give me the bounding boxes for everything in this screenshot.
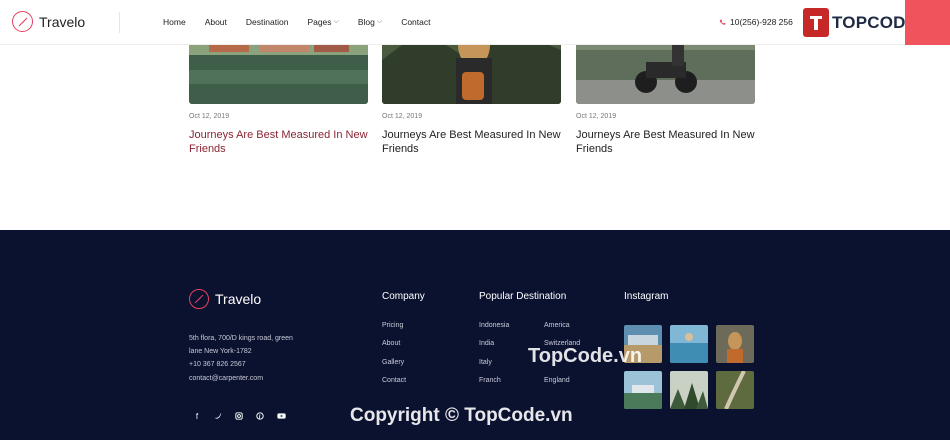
youtube-icon[interactable] <box>277 412 286 422</box>
popular-destination-title: Popular Destination <box>479 291 567 302</box>
main-nav: Home About Destination Pages ⌵ Blog ⌵ Cont… <box>163 17 449 27</box>
instagram-photo[interactable] <box>624 371 662 409</box>
header-red-block <box>905 0 950 45</box>
destination-link[interactable]: England <box>544 372 580 390</box>
post-date: Oct 12, 2019 <box>189 113 230 120</box>
facebook-icon[interactable]: f <box>193 412 201 422</box>
address-phone: +10 367 826 2567 <box>189 361 246 369</box>
logo-text: Travelo <box>39 13 86 30</box>
nav-home[interactable]: Home <box>163 17 186 27</box>
nav-label: Home <box>163 17 186 27</box>
twitter-icon[interactable] <box>214 412 222 422</box>
destination-link[interactable]: India <box>479 335 509 353</box>
logo[interactable]: Travelo <box>12 11 85 32</box>
address-email[interactable]: contact@carpenter.com <box>189 372 293 385</box>
destination-links-col1: Indonesia India Italy Franch <box>479 317 509 391</box>
destination-link[interactable]: Franch <box>479 372 509 390</box>
footer-link[interactable]: About <box>382 335 406 353</box>
company-title: Company <box>382 291 425 302</box>
instagram-photo[interactable] <box>670 371 708 409</box>
nav-pages[interactable]: Pages ⌵ <box>307 17 338 27</box>
compass-icon <box>12 11 33 32</box>
divider <box>119 12 120 33</box>
footer-logo-text: Travelo <box>215 291 262 307</box>
company-links: Pricing About Gallery Contact <box>382 317 406 391</box>
instagram-photo[interactable] <box>670 325 708 363</box>
phone-icon <box>719 19 726 25</box>
nav-destination[interactable]: Destination <box>246 17 289 27</box>
nav-label: Contact <box>401 17 431 27</box>
nav-label: Destination <box>245 17 289 27</box>
post-title[interactable]: Journeys Are Best Measured In New Friend… <box>576 129 755 156</box>
instagram-photo[interactable] <box>716 325 754 363</box>
phone-contact[interactable]: 10(256)-928 256 <box>719 17 793 27</box>
footer-link[interactable]: Gallery <box>382 354 406 372</box>
footer-link[interactable]: Contact <box>382 372 406 390</box>
nav-label: About <box>204 17 227 27</box>
social-links: f <box>193 412 286 422</box>
destination-link[interactable]: Italy <box>479 354 509 372</box>
instagram-title: Instagram <box>624 291 669 302</box>
footer-address: 5th flora, 700/D kings road, green lane … <box>189 332 293 385</box>
watermark-text: TopCode.vn <box>528 345 643 367</box>
destination-link[interactable]: Indonesia <box>479 317 509 335</box>
post-title[interactable]: Journeys Are Best Measured In New Friend… <box>189 129 368 156</box>
site-header: Travelo Home About Destination Pages ⌵ Bl… <box>0 0 950 45</box>
nav-label: Blog <box>357 17 375 27</box>
pinterest-icon[interactable] <box>256 412 264 422</box>
post-title[interactable]: Journeys Are Best Measured In New Friend… <box>382 129 561 156</box>
post-date: Oct 12, 2019 <box>382 113 423 120</box>
instagram-photo[interactable] <box>716 371 754 409</box>
compass-icon <box>189 289 209 309</box>
nav-label: Pages <box>307 17 332 27</box>
address-line: lane New York-1782 <box>189 348 252 356</box>
nav-about[interactable]: About <box>205 17 227 27</box>
page: Oct 12, 2019 Journeys Are Best Measured … <box>0 0 950 440</box>
copyright-watermark: Copyright © TopCode.vn <box>350 405 573 426</box>
brand-logo-icon <box>803 8 829 37</box>
chevron-down-icon: ⌵ <box>333 18 339 25</box>
instagram-grid <box>624 325 754 409</box>
footer-link[interactable]: Pricing <box>382 317 406 335</box>
nav-contact[interactable]: Contact <box>401 17 430 27</box>
nav-blog[interactable]: Blog ⌵ <box>358 17 382 27</box>
destination-link[interactable]: America <box>544 317 580 335</box>
post-date: Oct 12, 2019 <box>576 113 617 120</box>
chevron-down-icon: ⌵ <box>376 18 383 25</box>
phone-number: 10(256)-928 256 <box>730 17 793 27</box>
footer-logo[interactable]: Travelo <box>189 289 261 309</box>
address-line: 5th flora, 700/D kings road, green <box>189 335 293 342</box>
instagram-icon[interactable] <box>235 412 243 422</box>
